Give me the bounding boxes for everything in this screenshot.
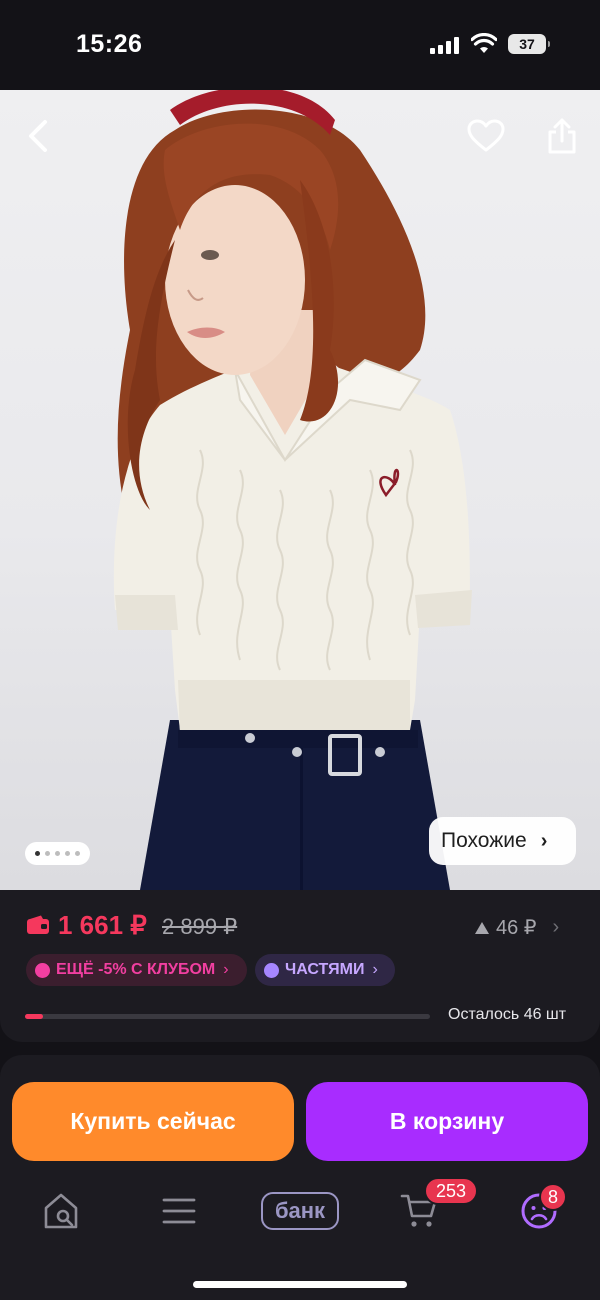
profile-count-badge: 8 xyxy=(539,1183,567,1211)
buy-now-button[interactable]: Купить сейчас xyxy=(12,1082,294,1161)
add-to-cart-button[interactable]: В корзину xyxy=(306,1082,588,1161)
back-button[interactable] xyxy=(14,112,62,160)
cart-count-badge: 253 xyxy=(424,1177,478,1205)
status-bar: 15:26 37 xyxy=(0,0,600,90)
price-change-value: 46 ₽ xyxy=(496,917,537,939)
favorite-button[interactable] xyxy=(462,112,510,160)
share-button[interactable] xyxy=(538,112,586,160)
price-card: 1 661 ₽ 2 899 ₽ 46 ₽ › ЕЩЁ -5% С КЛУБОМ … xyxy=(0,890,600,1042)
stock-progress-bar xyxy=(25,1014,430,1019)
current-price: 1 661 ₽ xyxy=(58,910,147,940)
similar-label: Похожие xyxy=(441,829,527,852)
club-chip-label: ЕЩЁ -5% С КЛУБОМ xyxy=(56,961,216,978)
home-indicator[interactable] xyxy=(193,1281,407,1288)
old-price: 2 899 ₽ xyxy=(162,914,238,939)
menu-icon xyxy=(162,1198,196,1224)
stock-progress-fill xyxy=(25,1014,44,1019)
similar-products-button[interactable]: Похожие › xyxy=(429,817,576,865)
pager-dot-active xyxy=(35,851,40,856)
chevron-right-icon: › xyxy=(372,961,378,978)
gallery-pager xyxy=(25,842,90,865)
battery-icon: 37 xyxy=(508,34,550,54)
tab-catalog[interactable] xyxy=(149,1188,209,1234)
pager-dot xyxy=(55,851,60,856)
chevron-right-icon: › xyxy=(223,961,229,978)
status-time: 15:26 xyxy=(76,30,143,58)
club-discount-chip[interactable]: ЕЩЁ -5% С КЛУБОМ › xyxy=(26,954,247,986)
product-gallery[interactable]: Похожие › xyxy=(0,90,600,890)
signal-icon xyxy=(430,36,462,54)
product-photo xyxy=(113,90,472,890)
tab-home[interactable] xyxy=(31,1188,91,1234)
pager-dot xyxy=(65,851,70,856)
pager-dot xyxy=(75,851,80,856)
chevron-left-icon xyxy=(29,120,47,152)
tab-bank[interactable]: банк xyxy=(259,1188,341,1234)
wallet-icon xyxy=(27,915,49,934)
triangle-up-icon xyxy=(475,921,489,934)
bottom-panel: Купить сейчас В корзину банк 253 8 xyxy=(0,1055,600,1300)
price-change[interactable]: 46 ₽ › xyxy=(474,915,559,940)
stock-remaining: Осталось 46 шт xyxy=(448,1006,567,1023)
heart-icon xyxy=(467,119,505,152)
home-search-icon xyxy=(44,1193,78,1229)
share-icon xyxy=(548,118,576,154)
bank-logo: банк xyxy=(261,1192,339,1230)
chevron-right-icon: › xyxy=(540,829,548,852)
installments-chip-label: ЧАСТЯМИ xyxy=(285,961,365,978)
club-icon xyxy=(35,962,50,978)
chevron-right-icon: › xyxy=(552,916,560,938)
wifi-icon xyxy=(471,33,497,53)
pager-dot xyxy=(45,851,50,856)
pie-chart-icon xyxy=(264,962,279,978)
installments-chip[interactable]: ЧАСТЯМИ › xyxy=(255,954,395,986)
